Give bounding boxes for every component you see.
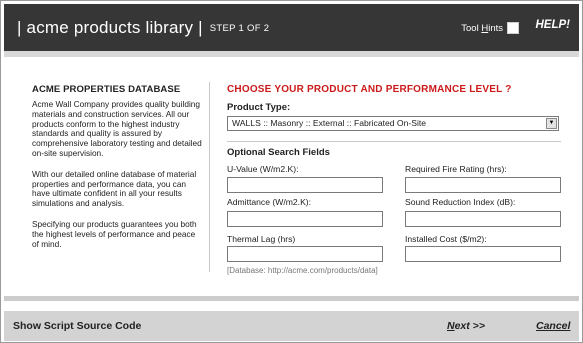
sidebar-heading: ACME PROPERTIES DATABASE <box>32 84 181 95</box>
main-panel: CHOOSE YOUR PRODUCT AND PERFORMANCE LEVE… <box>227 84 561 275</box>
next-label: ext >> <box>454 320 485 332</box>
installed-cost-label: Installed Cost ($/m2): <box>405 234 487 244</box>
help-link[interactable]: HELP! <box>536 19 571 31</box>
product-type-value: WALLS :: Masonry :: External :: Fabricat… <box>232 118 427 128</box>
thermal-lag-label: Thermal Lag (hrs) <box>227 234 296 244</box>
header-bar: | acme products library | STEP 1 OF 2 To… <box>4 4 579 51</box>
next-accesskey: N <box>447 320 455 332</box>
database-note: [Database: http://acme.com/products/data… <box>227 266 378 275</box>
dropdown-arrow-icon[interactable]: ▼ <box>546 118 557 129</box>
optional-search-label: Optional Search Fields <box>227 147 330 158</box>
tool-hints-checkbox[interactable] <box>507 22 519 34</box>
sidebar-paragraph: With our detailed online database of mat… <box>32 168 197 209</box>
section-title: CHOOSE YOUR PRODUCT AND PERFORMANCE LEVE… <box>227 84 512 95</box>
app-title-text: | acme products library | <box>17 18 203 37</box>
sidebar-paragraph: Acme Wall Company provides quality build… <box>32 99 202 158</box>
header-underline <box>4 51 579 57</box>
product-type-label: Product Type: <box>227 102 291 113</box>
horizontal-divider <box>227 141 561 142</box>
app-title: | acme products library | STEP 1 OF 2 <box>17 18 269 38</box>
footer-bar: Show Script Source Code Next >> Cancel <box>4 311 579 341</box>
cancel-button[interactable]: Cancel <box>536 320 570 332</box>
thermal-lag-input[interactable] <box>227 246 383 262</box>
next-button[interactable]: Next >> <box>447 320 485 332</box>
tool-hints-toggle[interactable]: Tool Hints <box>461 22 519 34</box>
sound-reduction-input[interactable] <box>405 211 561 227</box>
tool-hints-prefix: Tool <box>461 22 482 34</box>
u-value-label: U-Value (W/m2.K): <box>227 164 299 174</box>
sidebar: ACME PROPERTIES DATABASE Acme Wall Compa… <box>32 84 204 260</box>
step-indicator: STEP 1 OF 2 <box>209 23 270 34</box>
installed-cost-input[interactable] <box>405 246 561 262</box>
fire-rating-input[interactable] <box>405 177 561 193</box>
product-type-select[interactable]: WALLS :: Masonry :: External :: Fabricat… <box>227 116 559 131</box>
vertical-divider <box>209 82 210 272</box>
sound-reduction-label: Sound Reduction Index (dB): <box>405 197 516 207</box>
show-script-source-button[interactable]: Show Script Source Code <box>13 320 141 332</box>
fire-rating-label: Required Fire Rating (hrs): <box>405 164 507 174</box>
sidebar-paragraph: Specifying our products guarantees you b… <box>32 218 197 249</box>
admittance-label: Admittance (W/m2.K): <box>227 197 312 207</box>
tool-hints-label: Tool Hints <box>461 23 503 34</box>
admittance-input[interactable] <box>227 211 383 227</box>
footer-divider <box>4 296 579 301</box>
tool-hints-suffix: ints <box>488 22 503 34</box>
u-value-input[interactable] <box>227 177 383 193</box>
